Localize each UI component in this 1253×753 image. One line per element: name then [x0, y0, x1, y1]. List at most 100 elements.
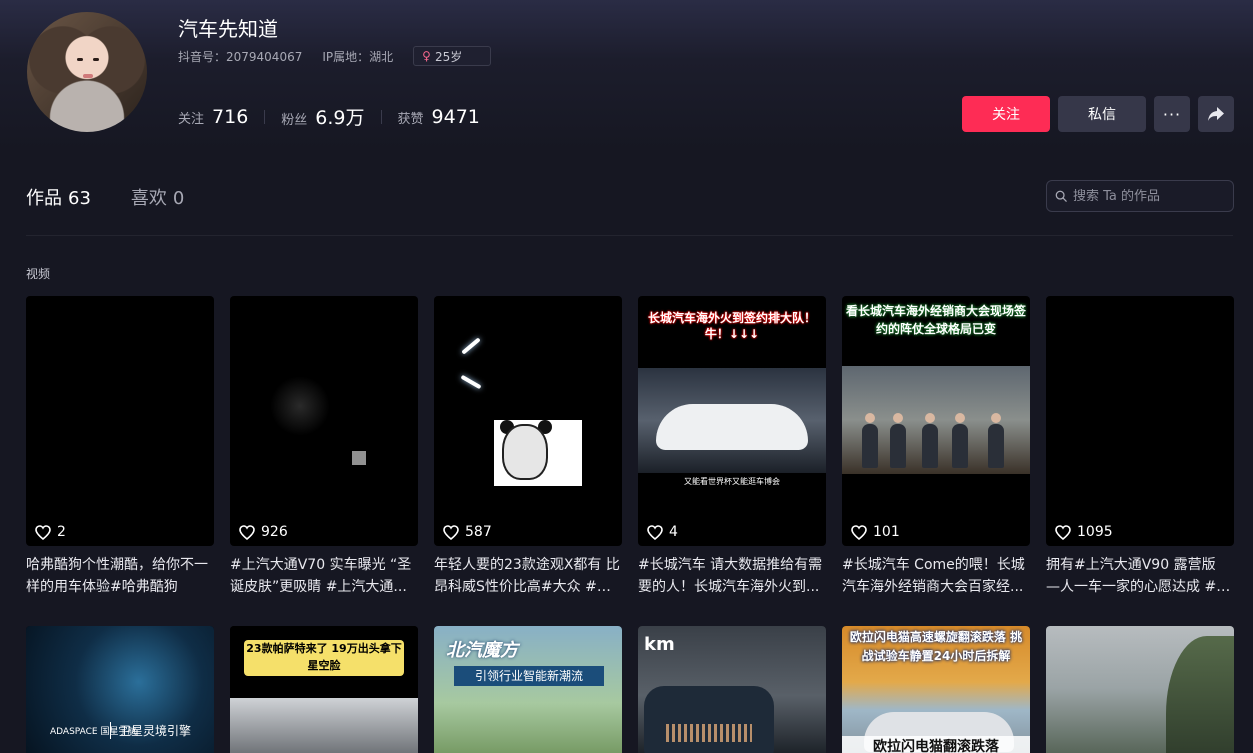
tab-divider [26, 235, 1233, 236]
video-card[interactable]: 北汽魔方 引领行业智能新潮流 [434, 626, 622, 753]
avatar-eye [77, 58, 83, 61]
likes-value: 4 [669, 524, 678, 540]
video-overlay-subtitle: 引领行业智能新潮流 [454, 666, 604, 686]
video-card[interactable]: km [638, 626, 826, 753]
tab-count: 63 [68, 188, 91, 209]
section-label: 视频 [26, 267, 51, 281]
video-overlay-subtitle: 欧拉闪电猫翻滚跌落 [842, 736, 1030, 753]
video-thumbnail[interactable]: 欧拉闪电猫高速螺旋翻滚跌落 挑战试验车静置24小时后拆解 欧拉闪电猫翻滚跌落 [842, 626, 1030, 753]
stat-divider [380, 109, 382, 124]
video-card[interactable]: ADASPACE 国星宇航 卫星灵境引擎 [26, 626, 214, 753]
heart-icon [851, 524, 867, 540]
stat-value: 6.9万 [315, 107, 365, 129]
video-caption[interactable]: 哈弗酷狗个性潮酷，给你不一样的用车体验#哈弗酷狗 [26, 554, 214, 598]
likes-value: 2 [57, 524, 66, 540]
video-caption[interactable]: #长城汽车 请大数据推给有需要的人！长城汽车海外火到... [638, 554, 826, 598]
heart-icon [239, 524, 255, 540]
video-card[interactable]: 926 #上汽大通V70 实车曝光 “圣诞皮肤”更吸睛 #上汽大通... [230, 296, 418, 598]
video-caption[interactable]: #长城汽车 Come的喂！长城汽车海外经销商大会百家经... [842, 554, 1030, 598]
light-stroke [460, 374, 482, 390]
video-thumbnail[interactable]: 2 [26, 296, 214, 546]
likes-value: 1095 [1077, 524, 1113, 540]
video-thumbnail[interactable] [1046, 626, 1234, 753]
meeting-image [842, 366, 1030, 474]
video-caption[interactable]: #上汽大通V70 实车曝光 “圣诞皮肤”更吸睛 #上汽大通... [230, 554, 418, 598]
stat-value: 716 [212, 105, 249, 128]
video-overlay-title: 卫星灵境引擎 [110, 722, 191, 739]
video-card[interactable]: 587 年轻人要的23款途观X都有 比昂科威S性价比高#大众 #上... [434, 296, 622, 598]
video-thumbnail[interactable]: 北汽魔方 引领行业智能新潮流 [434, 626, 622, 753]
video-card[interactable]: 长城汽车海外火到签约排大队！牛！↓↓↓ 又能看世界杯又能逛车博会 4 #长城汽车… [638, 296, 826, 598]
video-overlay-title: 欧拉闪电猫高速螺旋翻滚跌落 挑战试验车静置24小时后拆解 [849, 630, 1023, 663]
tab-likes[interactable]: 喜欢 0 [131, 184, 184, 210]
content-tabs: 作品 63 喜欢 0 [26, 184, 224, 210]
more-button[interactable]: ··· [1154, 96, 1190, 132]
stat-label: 粉丝 [281, 113, 308, 128]
video-thumbnail[interactable]: 长城汽车海外火到签约排大队！牛！↓↓↓ 又能看世界杯又能逛车博会 4 [638, 296, 826, 546]
stat-divider [264, 109, 266, 124]
video-thumbnail[interactable]: 926 [230, 296, 418, 546]
profile-name: 汽车先知道 [178, 17, 278, 41]
share-icon [1208, 107, 1224, 121]
heart-icon [647, 524, 663, 540]
tab-label: 作品 [26, 188, 62, 209]
stat-label: 获赞 [397, 111, 424, 127]
ip-location: IP属地：湖北 [322, 49, 394, 64]
profile-stats: 关注 716 粉丝 6.9万 获赞 9471 [178, 103, 480, 130]
likes-value: 101 [873, 524, 900, 540]
stat-likes: 获赞 9471 [398, 106, 480, 128]
video-card[interactable]: 欧拉闪电猫高速螺旋翻滚跌落 挑战试验车静置24小时后拆解 欧拉闪电猫翻滚跌落 [842, 626, 1030, 753]
tab-count: 0 [172, 188, 185, 209]
video-thumbnail[interactable]: 23款帕萨特来了 19万出头拿下星空脸 [230, 626, 418, 753]
heart-icon [35, 524, 51, 540]
video-thumbnail[interactable]: 1095 [1046, 296, 1234, 546]
video-thumbnail[interactable]: 看长城汽车海外经销商大会现场签约的阵仗全球格局已变 101 [842, 296, 1030, 546]
douyin-id: 抖音号：2079404067 [178, 49, 303, 64]
stat-following[interactable]: 关注 716 [178, 106, 248, 128]
search-input[interactable] [1073, 188, 1233, 204]
share-button[interactable] [1198, 96, 1234, 132]
stat-value: 9471 [431, 105, 480, 128]
age-badge: ♀ 25岁 [413, 46, 492, 66]
likes-count: 4 [647, 524, 678, 540]
likes-value: 926 [261, 524, 288, 540]
car-image [230, 698, 418, 753]
video-overlay-title: 长城汽车海外火到签约排大队！牛！↓↓↓ [647, 311, 816, 341]
video-card[interactable]: 看长城汽车海外经销商大会现场签约的阵仗全球格局已变 101 #长城汽车 Come… [842, 296, 1030, 598]
avatar[interactable] [27, 12, 147, 132]
video-overlay-title: 23款帕萨特来了 19万出头拿下星空脸 [244, 640, 404, 676]
tab-works[interactable]: 作品 63 [26, 184, 91, 210]
video-bottom-caption: 又能看世界杯又能逛车博会 [684, 477, 780, 486]
video-card[interactable] [1046, 626, 1234, 753]
likes-count: 1095 [1055, 524, 1113, 540]
follow-button[interactable]: 关注 [962, 96, 1050, 132]
profile-header: 汽车先知道 抖音号：2079404067 IP属地：湖北 ♀ 25岁 关注 71… [0, 0, 1253, 150]
likes-count: 2 [35, 524, 66, 540]
car-show-image [638, 368, 826, 473]
video-thumbnail[interactable]: ADASPACE 国星宇航 卫星灵境引擎 [26, 626, 214, 753]
video-card[interactable]: 2 哈弗酷狗个性潮酷，给你不一样的用车体验#哈弗酷狗 [26, 296, 214, 598]
message-button[interactable]: 私信 [1058, 96, 1146, 132]
video-overlay-title: 看长城汽车海外经销商大会现场签约的阵仗全球格局已变 [845, 304, 1026, 336]
video-overlay-title: km [644, 634, 675, 655]
avatar-eye [93, 58, 99, 61]
car-grille [666, 724, 752, 742]
likes-count: 101 [851, 524, 900, 540]
stat-followers[interactable]: 粉丝 6.9万 [281, 103, 364, 130]
video-thumbnail[interactable]: km [638, 626, 826, 753]
video-card[interactable]: 1095 拥有#上汽大通V90 露营版 —人一车一家的心愿达成 #上... [1046, 296, 1234, 598]
likes-value: 587 [465, 524, 492, 540]
profile-meta: 抖音号：2079404067 IP属地：湖北 ♀ 25岁 [178, 46, 492, 66]
heart-icon [1055, 524, 1071, 540]
age-text: 25岁 [434, 49, 463, 64]
video-thumbnail[interactable]: 587 [434, 296, 622, 546]
video-caption[interactable]: 拥有#上汽大通V90 露营版 —人一车一家的心愿达成 #上... [1046, 554, 1234, 598]
video-card[interactable]: 23款帕萨特来了 19万出头拿下星空脸 [230, 626, 418, 753]
video-caption[interactable]: 年轻人要的23款途观X都有 比昂科威S性价比高#大众 #上... [434, 554, 622, 598]
likes-count: 587 [443, 524, 492, 540]
light-stroke [461, 337, 481, 355]
avatar-mouth [83, 74, 93, 78]
search-icon [1055, 190, 1067, 202]
car-shape [644, 686, 774, 753]
car-shape [656, 404, 808, 450]
